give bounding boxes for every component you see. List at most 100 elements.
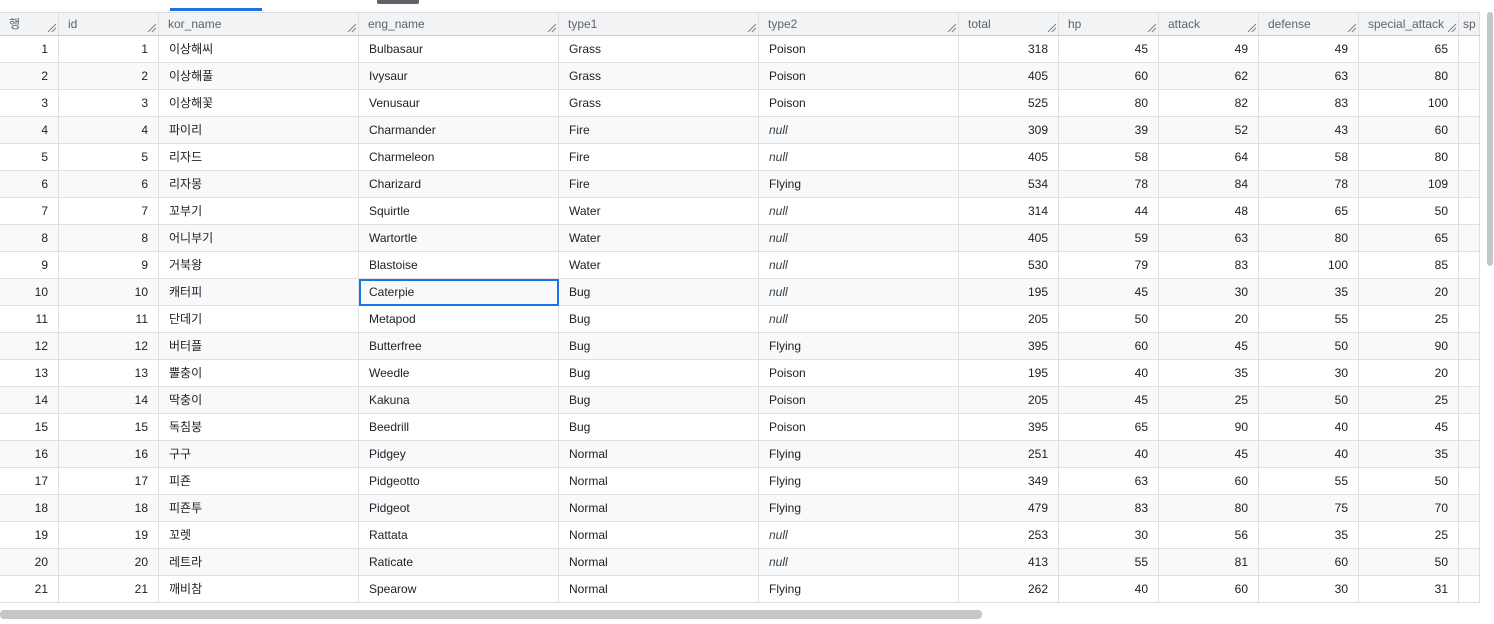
table-cell-attack[interactable]: 52 [1159,117,1259,144]
table-cell-total[interactable]: 205 [959,387,1059,414]
table-cell-type1[interactable]: Fire [559,144,759,171]
table-cell-type2[interactable]: null [759,198,959,225]
table-cell-special-attack[interactable]: 70 [1359,495,1459,522]
table-cell-type1[interactable]: Grass [559,63,759,90]
table-cell-special-attack[interactable]: 109 [1359,171,1459,198]
horizontal-scrollbar[interactable] [0,610,982,619]
table-cell-total[interactable]: 349 [959,468,1059,495]
table-cell-kor-name[interactable]: 구구 [159,441,359,468]
row-number-cell[interactable]: 10 [0,279,59,306]
table-cell-overflow[interactable] [1459,549,1480,576]
table-cell-special-attack[interactable]: 100 [1359,90,1459,117]
table-cell-special-attack[interactable]: 31 [1359,576,1459,603]
table-cell-type2[interactable]: null [759,306,959,333]
table-cell-attack[interactable]: 82 [1159,90,1259,117]
table-cell-eng-name[interactable]: Charmeleon [359,144,559,171]
table-cell-id[interactable]: 16 [59,441,159,468]
table-cell-id[interactable]: 1 [59,36,159,63]
table-cell-type2[interactable]: Flying [759,468,959,495]
table-cell-hp[interactable]: 60 [1059,333,1159,360]
table-cell-kor-name[interactable]: 파이리 [159,117,359,144]
table-cell-type2[interactable]: Poison [759,414,959,441]
column-resize-handle[interactable] [1248,24,1256,32]
table-cell-total[interactable]: 195 [959,360,1059,387]
row-number-cell[interactable]: 4 [0,117,59,144]
table-cell-hp[interactable]: 39 [1059,117,1159,144]
table-cell-total[interactable]: 530 [959,252,1059,279]
table-cell-kor-name[interactable]: 독침붕 [159,414,359,441]
table-cell-kor-name[interactable]: 딱충이 [159,387,359,414]
table-cell-kor-name[interactable]: 거북왕 [159,252,359,279]
table-cell-id[interactable]: 14 [59,387,159,414]
column-header-special-attack[interactable]: special_attack [1359,13,1459,35]
table-cell-special-attack[interactable]: 90 [1359,333,1459,360]
table-cell-attack[interactable]: 45 [1159,333,1259,360]
row-number-cell[interactable]: 13 [0,360,59,387]
table-cell-overflow[interactable] [1459,225,1480,252]
column-header-defense[interactable]: defense [1259,13,1359,35]
table-cell-id[interactable]: 18 [59,495,159,522]
column-resize-handle[interactable] [1048,24,1056,32]
table-cell-attack[interactable]: 83 [1159,252,1259,279]
table-cell-defense[interactable]: 55 [1259,468,1359,495]
table-cell-hp[interactable]: 60 [1059,63,1159,90]
table-cell-overflow[interactable] [1459,522,1480,549]
table-cell-total[interactable]: 195 [959,279,1059,306]
table-cell-overflow[interactable] [1459,252,1480,279]
table-cell-overflow[interactable] [1459,576,1480,603]
table-cell-kor-name[interactable]: 레트라 [159,549,359,576]
row-number-cell[interactable]: 8 [0,225,59,252]
vertical-scrollbar[interactable] [1487,12,1493,266]
table-cell-type2[interactable]: null [759,225,959,252]
table-cell-hp[interactable]: 45 [1059,36,1159,63]
table-cell-type2[interactable]: null [759,117,959,144]
table-cell-attack[interactable]: 81 [1159,549,1259,576]
table-cell-overflow[interactable] [1459,495,1480,522]
table-cell-overflow[interactable] [1459,306,1480,333]
table-cell-attack[interactable]: 64 [1159,144,1259,171]
row-number-cell[interactable]: 18 [0,495,59,522]
table-cell-hp[interactable]: 83 [1059,495,1159,522]
column-header-row-number[interactable]: 행 [0,13,59,35]
row-number-cell[interactable]: 21 [0,576,59,603]
table-cell-eng-name[interactable]: Butterfree [359,333,559,360]
table-cell-kor-name[interactable]: 버터플 [159,333,359,360]
table-cell-total[interactable]: 253 [959,522,1059,549]
row-number-cell[interactable]: 17 [0,468,59,495]
table-cell-type2[interactable]: null [759,252,959,279]
table-cell-eng-name[interactable]: Venusaur [359,90,559,117]
table-cell-type1[interactable]: Water [559,198,759,225]
table-cell-type1[interactable]: Water [559,225,759,252]
table-cell-kor-name[interactable]: 피죤 [159,468,359,495]
table-cell-special-attack[interactable]: 65 [1359,36,1459,63]
table-cell-type1[interactable]: Bug [559,414,759,441]
row-number-cell[interactable]: 6 [0,171,59,198]
column-header-hp[interactable]: hp [1059,13,1159,35]
table-cell-type2[interactable]: null [759,144,959,171]
table-cell-kor-name[interactable]: 단데기 [159,306,359,333]
column-resize-handle[interactable] [1448,24,1456,32]
table-cell-defense[interactable]: 43 [1259,117,1359,144]
table-cell-id[interactable]: 4 [59,117,159,144]
table-cell-id[interactable]: 7 [59,198,159,225]
table-cell-defense[interactable]: 83 [1259,90,1359,117]
table-cell-defense[interactable]: 58 [1259,144,1359,171]
table-cell-special-attack[interactable]: 25 [1359,306,1459,333]
table-cell-eng-name[interactable]: Beedrill [359,414,559,441]
table-cell-defense[interactable]: 60 [1259,549,1359,576]
table-cell-defense[interactable]: 30 [1259,576,1359,603]
table-cell-id[interactable]: 13 [59,360,159,387]
column-header-total[interactable]: total [959,13,1059,35]
table-cell-type1[interactable]: Bug [559,387,759,414]
table-cell-hp[interactable]: 44 [1059,198,1159,225]
table-cell-special-attack[interactable]: 25 [1359,387,1459,414]
table-cell-type1[interactable]: Fire [559,117,759,144]
table-cell-attack[interactable]: 20 [1159,306,1259,333]
column-header-type2[interactable]: type2 [759,13,959,35]
table-cell-overflow[interactable] [1459,387,1480,414]
table-cell-type1[interactable]: Grass [559,90,759,117]
table-cell-hp[interactable]: 78 [1059,171,1159,198]
table-cell-eng-name[interactable]: Pidgeot [359,495,559,522]
table-cell-id[interactable]: 2 [59,63,159,90]
table-cell-attack[interactable]: 60 [1159,576,1259,603]
